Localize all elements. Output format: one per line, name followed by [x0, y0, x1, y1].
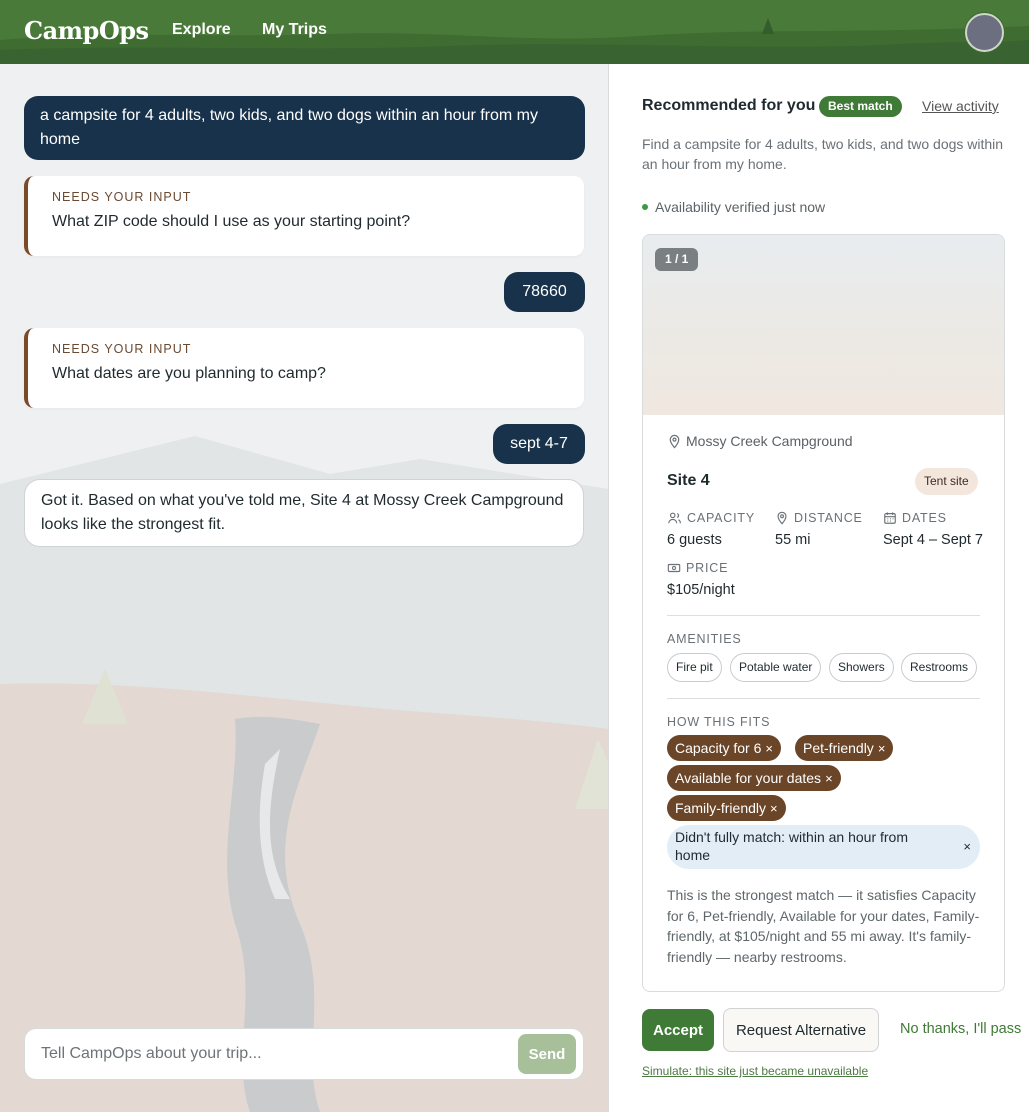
user-message: sept 4-7 — [493, 424, 585, 464]
assistant-message: Got it. Based on what you've told me, Si… — [24, 479, 584, 547]
site-name: Site 4 — [667, 472, 710, 489]
money-icon — [667, 563, 681, 573]
fit-tag[interactable]: Capacity for 6 × — [667, 735, 781, 761]
price-label: PRICE — [667, 561, 728, 575]
distance-label-text: DISTANCE — [794, 511, 863, 525]
assistant-question: What dates are you planning to camp? — [52, 365, 326, 382]
unmatched-text: Didn't fully match: within an hour from … — [675, 829, 908, 863]
needs-input-label: NEEDS YOUR INPUT — [52, 190, 192, 204]
site-type-badge: Tent site — [915, 468, 978, 495]
amenity-chip: Potable water — [730, 653, 822, 682]
decline-button[interactable]: No thanks, I'll pass — [900, 1021, 1021, 1037]
dates-value: Sept 4 – Sept 7 — [883, 532, 983, 548]
fit-tag-label: Capacity for 6 — [675, 740, 762, 756]
distance-value: 55 mi — [775, 532, 811, 548]
availability-status: Availability verified just now — [642, 199, 825, 215]
recommendation-panel: Recommended for you Best match View acti… — [610, 64, 1029, 1112]
location-pin-icon — [669, 434, 680, 449]
simulate-unavailable-link[interactable]: Simulate: this site just became unavaila… — [642, 1064, 868, 1078]
unmatched-criterion: Didn't fully match: within an hour from … — [667, 825, 980, 869]
accept-button[interactable]: Accept — [642, 1009, 714, 1051]
campground-name: Mossy Creek Campground — [667, 433, 853, 449]
chat-input[interactable] — [41, 1042, 501, 1066]
divider — [667, 615, 980, 616]
app-logo[interactable]: CampOps — [24, 16, 149, 45]
fit-tag[interactable]: Family-friendly × — [667, 795, 786, 821]
user-message: 78660 — [504, 272, 585, 312]
panel-title: Recommended for you — [642, 97, 816, 114]
dates-label: DATES — [883, 511, 947, 525]
fit-explanation: This is the strongest match — it satisfi… — [667, 887, 980, 965]
send-button[interactable]: Send — [518, 1034, 576, 1074]
nav-my-trips[interactable]: My Trips — [262, 21, 327, 39]
divider — [667, 698, 980, 699]
availability-text: Availability verified just now — [655, 199, 826, 215]
capacity-value: 6 guests — [667, 532, 722, 548]
chat-composer: Send — [24, 1028, 584, 1080]
price-value: $105/night — [667, 582, 735, 598]
site-card: 1 / 1 Mossy Creek Campground Site 4 Tent… — [642, 234, 1005, 992]
nav-explore[interactable]: Explore — [172, 21, 231, 39]
assistant-question-card: NEEDS YOUR INPUT What dates are you plan… — [24, 328, 584, 408]
amenity-chip: Fire pit — [667, 653, 722, 682]
remove-icon[interactable]: × — [825, 771, 833, 786]
request-summary: Find a campsite for 4 adults, two kids, … — [642, 136, 1004, 172]
chat-panel: a campsite for 4 adults, two kids, and t… — [0, 64, 609, 1112]
remove-icon[interactable]: × — [878, 741, 886, 756]
amenity-chip: Showers — [829, 653, 894, 682]
user-message: a campsite for 4 adults, two kids, and t… — [24, 96, 585, 160]
request-alternative-button[interactable]: Request Alternative — [723, 1008, 879, 1052]
calendar-icon — [884, 512, 896, 524]
fit-tag[interactable]: Pet-friendly × — [795, 735, 894, 761]
location-pin-icon — [777, 511, 787, 525]
capacity-label-text: CAPACITY — [687, 511, 755, 525]
site-image[interactable]: 1 / 1 — [643, 235, 1004, 415]
remove-icon[interactable]: × — [770, 801, 778, 816]
fit-tag-label: Pet-friendly — [803, 740, 874, 756]
users-icon — [668, 512, 681, 524]
assistant-question-card: NEEDS YOUR INPUT What ZIP code should I … — [24, 176, 584, 256]
avatar[interactable] — [965, 13, 1004, 52]
fits-label: HOW THIS FITS — [667, 715, 771, 729]
app-header: CampOps Explore My Trips — [0, 0, 1029, 64]
amenities-label: AMENITIES — [667, 632, 742, 646]
remove-icon[interactable]: × — [765, 741, 773, 756]
price-label-text: PRICE — [686, 561, 729, 575]
view-activity-link[interactable]: View activity — [922, 98, 999, 114]
dates-label-text: DATES — [902, 511, 947, 525]
status-dot-icon — [642, 204, 648, 211]
campground-label: Mossy Creek Campground — [686, 433, 853, 449]
assistant-question: What ZIP code should I use as your start… — [52, 213, 411, 230]
fit-tag-label: Available for your dates — [675, 770, 822, 786]
needs-input-label: NEEDS YOUR INPUT — [52, 342, 192, 356]
distance-label: DISTANCE — [775, 511, 863, 525]
fit-tag-label: Family-friendly — [675, 800, 767, 816]
best-match-badge: Best match — [819, 96, 902, 117]
fit-tag[interactable]: Available for your dates × — [667, 765, 841, 791]
capacity-label: CAPACITY — [667, 511, 755, 525]
remove-icon[interactable]: × — [963, 838, 971, 856]
amenity-chip: Restrooms — [901, 653, 978, 682]
image-counter: 1 / 1 — [655, 248, 699, 271]
header-hills-decoration — [0, 18, 1029, 64]
